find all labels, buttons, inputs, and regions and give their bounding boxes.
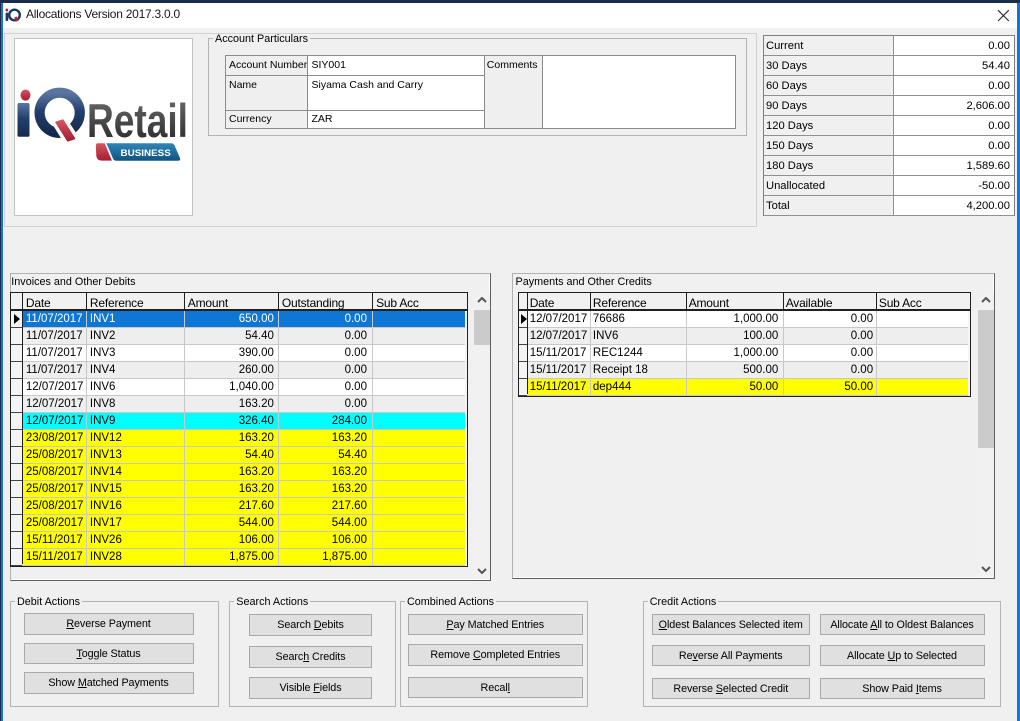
svg-text:BUSINESS: BUSINESS <box>121 148 171 158</box>
svg-text:Retail: Retail <box>87 94 188 147</box>
